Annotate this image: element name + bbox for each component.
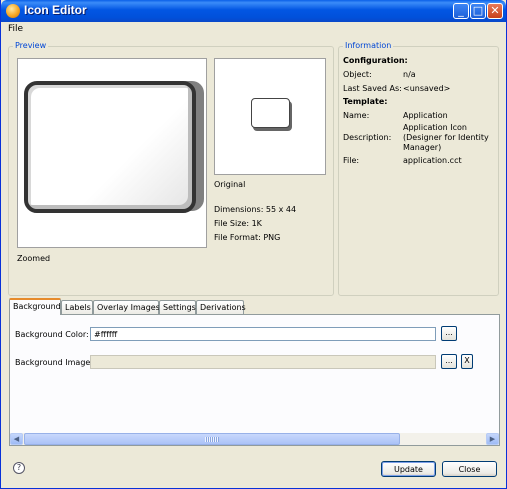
file-size-text: File Size: 1K bbox=[214, 219, 262, 228]
close-window-button[interactable]: ✕ bbox=[487, 3, 503, 19]
help-icon[interactable]: ? bbox=[13, 462, 25, 474]
tab-overlay-images[interactable]: Overlay Images bbox=[93, 300, 160, 314]
scroll-thumb[interactable] bbox=[24, 433, 400, 445]
background-image-browse-button[interactable]: ... bbox=[441, 354, 457, 369]
window-title: Icon Editor bbox=[24, 3, 87, 17]
original-preview bbox=[214, 58, 326, 175]
tab-derivations[interactable]: Derivations bbox=[196, 300, 246, 314]
tab-settings[interactable]: Settings bbox=[159, 300, 196, 314]
menu-bar: File bbox=[1, 22, 506, 36]
zoomed-preview bbox=[17, 58, 207, 248]
original-label: Original bbox=[214, 180, 246, 189]
file-label: File: bbox=[343, 156, 360, 165]
object-value: n/a bbox=[403, 70, 416, 79]
zoomed-label: Zoomed bbox=[17, 254, 51, 263]
last-saved-label: Last Saved As: bbox=[343, 84, 402, 93]
tab-background[interactable]: Background bbox=[9, 298, 61, 315]
scroll-right-arrow-icon[interactable]: ▶ bbox=[486, 433, 499, 445]
menu-file[interactable]: File bbox=[8, 24, 23, 34]
dimensions-text: Dimensions: 55 x 44 bbox=[214, 205, 297, 214]
file-format-text: File Format: PNG bbox=[214, 233, 281, 242]
title-bar[interactable]: Icon Editor _ □ ✕ bbox=[1, 0, 506, 22]
update-button[interactable]: Update bbox=[381, 461, 436, 477]
file-value: application.cct bbox=[403, 156, 462, 165]
template-heading: Template: bbox=[343, 97, 388, 106]
last-saved-value: <unsaved> bbox=[403, 84, 451, 93]
background-color-input[interactable] bbox=[90, 327, 436, 341]
maximize-button[interactable]: □ bbox=[470, 3, 486, 19]
scroll-left-arrow-icon[interactable]: ◀ bbox=[10, 433, 23, 445]
name-value: Application bbox=[403, 111, 448, 120]
background-image-label: Background Image: bbox=[15, 358, 94, 367]
horizontal-scrollbar[interactable]: ◀ ▶ bbox=[10, 433, 499, 445]
description-label: Description: bbox=[343, 133, 392, 142]
icon-editor-window: Icon Editor _ □ ✕ File Preview Zoomed Or… bbox=[0, 0, 507, 489]
background-color-browse-button[interactable]: ... bbox=[441, 326, 457, 341]
configuration-heading: Configuration: bbox=[343, 56, 408, 65]
preview-legend: Preview bbox=[13, 41, 49, 50]
background-color-label: Background Color: bbox=[15, 330, 89, 339]
background-image-input[interactable] bbox=[90, 355, 436, 369]
close-button[interactable]: Close bbox=[442, 461, 497, 477]
description-value: Application Icon (Designer for Identity … bbox=[403, 123, 489, 152]
name-label: Name: bbox=[343, 111, 370, 120]
object-label: Object: bbox=[343, 70, 372, 79]
app-icon bbox=[6, 4, 20, 18]
tab-labels[interactable]: Labels bbox=[61, 300, 93, 314]
minimize-button[interactable]: _ bbox=[453, 3, 469, 19]
zoomed-icon-image bbox=[24, 81, 196, 213]
background-image-clear-button[interactable]: X bbox=[461, 354, 473, 369]
original-icon-image bbox=[251, 98, 290, 128]
information-legend: Information bbox=[343, 41, 394, 50]
scroll-grip-icon bbox=[205, 437, 219, 442]
